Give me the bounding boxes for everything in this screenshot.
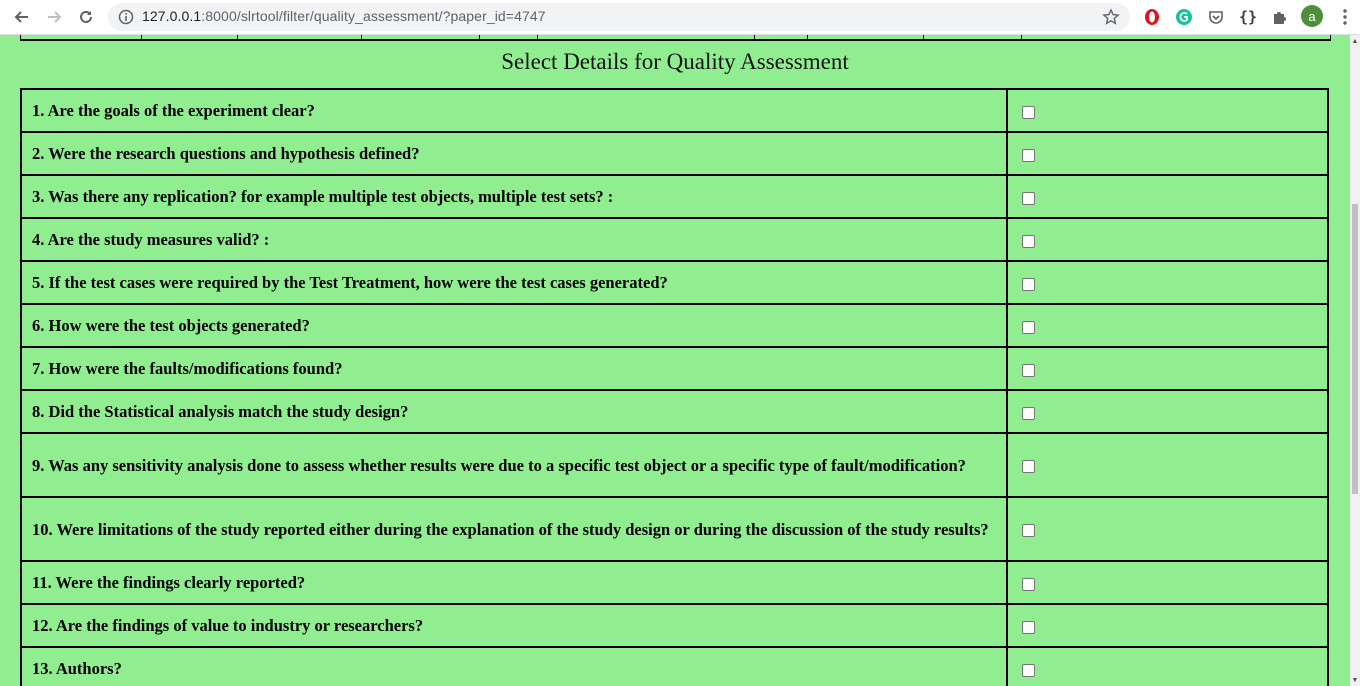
- question-row: 13. Authors?: [20, 646, 1329, 686]
- address-bar[interactable]: 127.0.0.1:8000/slrtool/filter/quality_as…: [108, 3, 1130, 31]
- info-icon[interactable]: [118, 9, 134, 25]
- bookmark-star-icon[interactable]: [1102, 8, 1120, 26]
- page-title: Select Details for Quality Assessment: [501, 49, 849, 74]
- question-row: 10. Were limitations of the study report…: [20, 496, 1329, 562]
- question-row: 11. Were the findings clearly reported?: [20, 560, 1329, 605]
- question-checkbox[interactable]: [1022, 191, 1035, 205]
- question-label: 12. Are the findings of value to industr…: [20, 603, 1008, 648]
- question-label: 7. How were the faults/modifications fou…: [20, 346, 1008, 391]
- back-button[interactable]: [10, 5, 34, 29]
- vertical-scrollbar[interactable]: ▲ ▼: [1350, 35, 1360, 686]
- question-checkbox-cell: [1006, 389, 1329, 434]
- scroll-up-arrow-icon[interactable]: ▲: [1351, 37, 1359, 45]
- url-text[interactable]: 127.0.0.1:8000/slrtool/filter/quality_as…: [142, 8, 546, 24]
- grammarly-icon[interactable]: [1174, 7, 1194, 27]
- question-checkbox-cell: [1006, 88, 1329, 133]
- page-content: Select Details for Quality Assessment 1.…: [0, 35, 1350, 686]
- forward-button[interactable]: [42, 5, 66, 29]
- question-checkbox[interactable]: [1022, 363, 1035, 377]
- question-label: 2. Were the research questions and hypot…: [20, 131, 1008, 176]
- question-checkbox[interactable]: [1022, 620, 1035, 634]
- question-row: 3. Was there any replication? for exampl…: [20, 174, 1329, 219]
- question-row: 1. Are the goals of the experiment clear…: [20, 88, 1329, 133]
- question-row: 9. Was any sensitivity analysis done to …: [20, 432, 1329, 498]
- question-checkbox[interactable]: [1022, 406, 1035, 420]
- question-label: 6. How were the test objects generated?: [20, 303, 1008, 348]
- question-checkbox[interactable]: [1022, 148, 1035, 162]
- question-checkbox[interactable]: [1022, 234, 1035, 248]
- question-checkbox-cell: [1006, 346, 1329, 391]
- question-checkbox-cell: [1006, 174, 1329, 219]
- question-row: 5. If the test cases were required by th…: [20, 260, 1329, 305]
- question-checkbox-cell: [1006, 260, 1329, 305]
- scroll-down-arrow-icon[interactable]: ▼: [1351, 676, 1359, 684]
- question-checkbox[interactable]: [1022, 460, 1035, 474]
- reload-button[interactable]: [74, 5, 98, 29]
- question-label: 10. Were limitations of the study report…: [20, 496, 1008, 562]
- question-label: 4. Are the study measures valid? :: [20, 217, 1008, 262]
- question-checkbox-cell: [1006, 131, 1329, 176]
- avatar[interactable]: a: [1301, 5, 1323, 27]
- question-row: 4. Are the study measures valid? :: [20, 217, 1329, 262]
- question-label: 8. Did the Statistical analysis match th…: [20, 389, 1008, 434]
- question-row: 2. Were the research questions and hypot…: [20, 131, 1329, 176]
- puzzle-icon[interactable]: [1270, 7, 1290, 27]
- question-row: 7. How were the faults/modifications fou…: [20, 346, 1329, 391]
- question-label: 11. Were the findings clearly reported?: [20, 560, 1008, 605]
- back-arrow-icon: [14, 11, 28, 23]
- question-checkbox[interactable]: [1022, 524, 1035, 538]
- question-label: 13. Authors?: [20, 646, 1008, 686]
- question-label: 9. Was any sensitivity analysis done to …: [20, 432, 1008, 498]
- reload-icon: [80, 10, 92, 23]
- pocket-icon[interactable]: [1206, 7, 1226, 27]
- question-label: 1. Are the goals of the experiment clear…: [20, 88, 1008, 133]
- url-path: :8000/slrtool/filter/quality_assessment/…: [201, 8, 546, 24]
- question-checkbox-cell: [1006, 646, 1329, 686]
- menu-kebab-icon[interactable]: [1335, 7, 1355, 27]
- question-label: 3. Was there any replication? for exampl…: [20, 174, 1008, 219]
- opera-icon[interactable]: [1142, 7, 1162, 27]
- question-checkbox[interactable]: [1022, 663, 1035, 677]
- forward-arrow-icon: [48, 11, 62, 23]
- question-checkbox-cell: [1006, 603, 1329, 648]
- question-checkbox[interactable]: [1022, 320, 1035, 334]
- question-checkbox-cell: [1006, 303, 1329, 348]
- browser-toolbar: 127.0.0.1:8000/slrtool/filter/quality_as…: [0, 0, 1360, 35]
- question-label: 5. If the test cases were required by th…: [20, 260, 1008, 305]
- json-icon[interactable]: {}: [1238, 7, 1258, 27]
- previous-table-bottom: [20, 35, 1331, 41]
- question-checkbox[interactable]: [1022, 577, 1035, 591]
- question-checkbox[interactable]: [1022, 277, 1035, 291]
- quality-assessment-table: 1. Are the goals of the experiment clear…: [20, 88, 1329, 686]
- scrollbar-thumb[interactable]: [1352, 204, 1358, 494]
- question-checkbox[interactable]: [1022, 105, 1035, 119]
- question-row: 8. Did the Statistical analysis match th…: [20, 389, 1329, 434]
- question-row: 12. Are the findings of value to industr…: [20, 603, 1329, 648]
- question-checkbox-cell: [1006, 217, 1329, 262]
- question-row: 6. How were the test objects generated?: [20, 303, 1329, 348]
- question-checkbox-cell: [1006, 496, 1329, 562]
- question-checkbox-cell: [1006, 432, 1329, 498]
- question-checkbox-cell: [1006, 560, 1329, 605]
- url-host: 127.0.0.1: [142, 8, 202, 24]
